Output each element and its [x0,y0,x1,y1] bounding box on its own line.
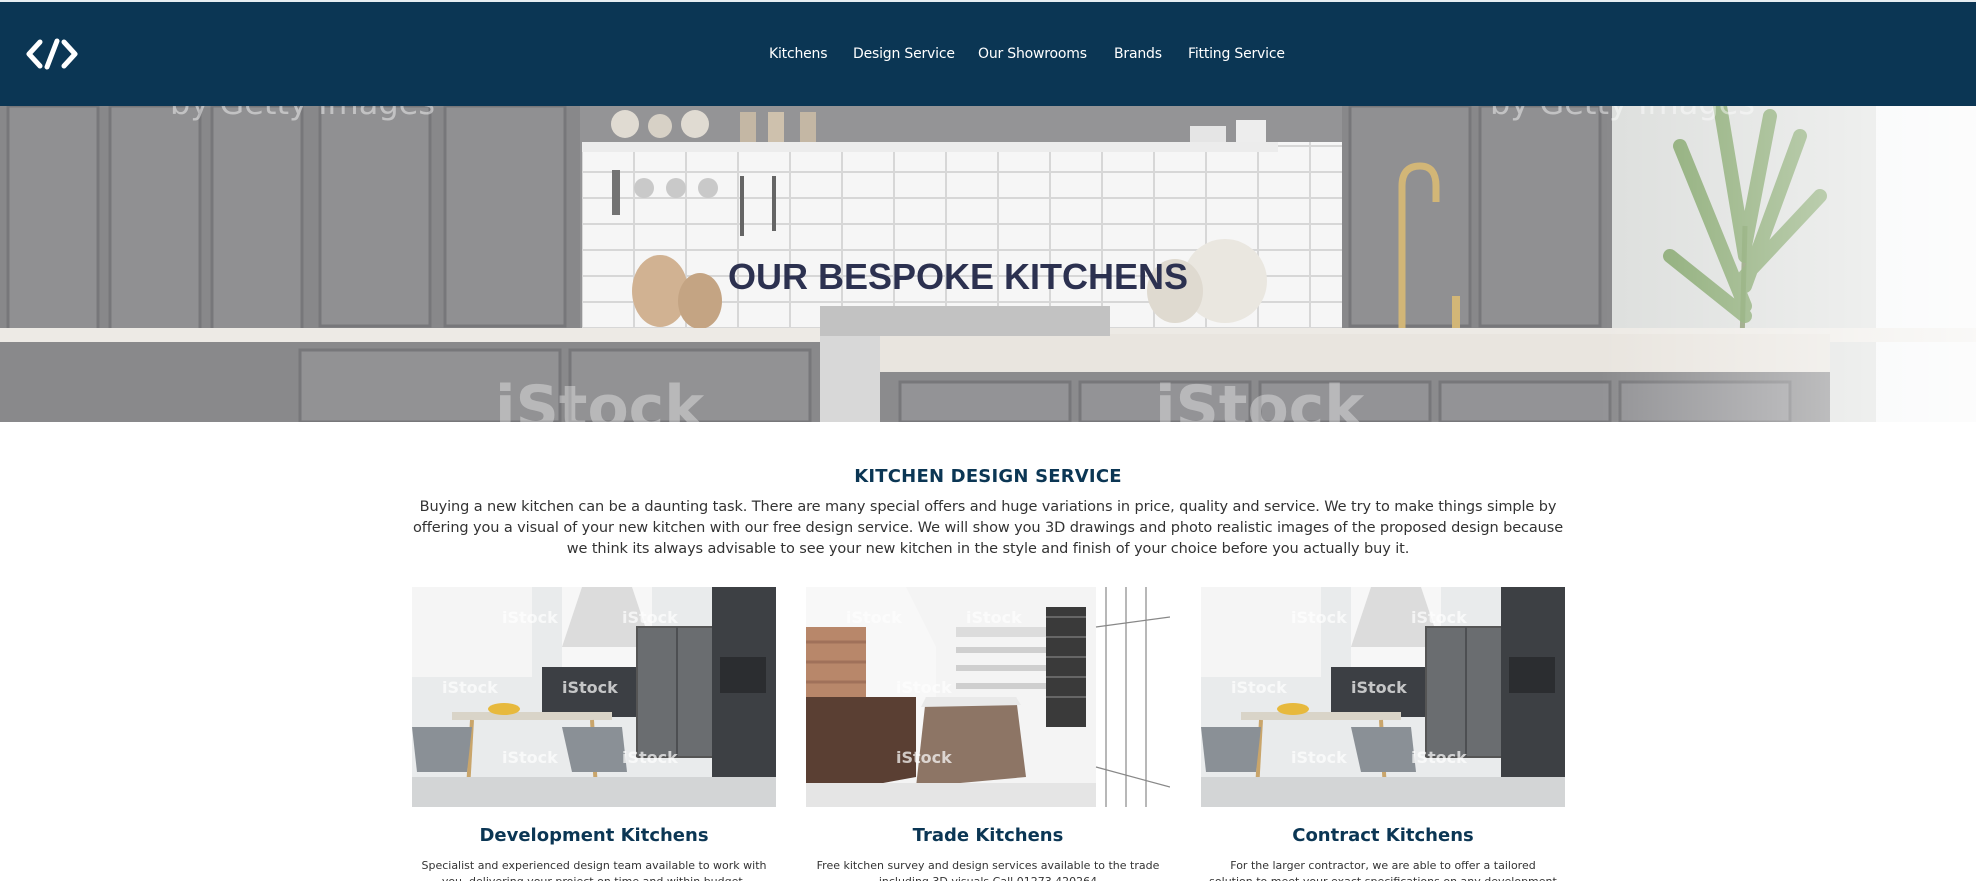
section-title: KITCHEN DESIGN SERVICE [854,466,1122,487]
card-watermark: iStock [502,608,558,627]
main-nav: Kitchens Design Service Our Showrooms Br… [0,46,1976,66]
card-text: Free kitchen survey and design services … [816,859,1160,881]
card-watermark: iStock [502,748,558,767]
nav-design-service[interactable]: Design Service [853,46,955,62]
card-watermark: iStock [622,608,678,627]
card-watermark: iStock [1411,748,1467,767]
card-contract-kitchens[interactable]: iStock iStock iStock iStock iStock iStoc… [1201,587,1565,881]
card-image-development[interactable]: iStock iStock iStock iStock iStock iStoc… [412,587,776,807]
card-watermark: iStock [562,678,618,697]
card-watermark: iStock [622,748,678,767]
site-header: Kitchens Design Service Our Showrooms Br… [0,0,1976,106]
hero-banner: by Getty Images by Getty Images iStock i… [0,106,1976,422]
card-watermark: iStock [442,678,498,697]
card-watermark: iStock [966,608,1022,627]
nav-kitchens[interactable]: Kitchens [769,46,828,62]
card-watermark: iStock [896,678,952,697]
nav-fitting-service[interactable]: Fitting Service [1188,46,1285,62]
hero-watermark-1: by Getty Images [170,106,435,122]
nav-our-showrooms[interactable]: Our Showrooms [978,46,1087,62]
card-watermark: iStock [1231,678,1287,697]
card-text: Specialist and experienced design team a… [421,859,767,881]
card-title[interactable]: Contract Kitchens [1201,825,1565,846]
card-image-trade[interactable]: iStock iStock iStock iStock [806,587,1170,807]
card-image-contract[interactable]: iStock iStock iStock iStock iStock iStoc… [1201,587,1565,807]
card-watermark: iStock [1291,608,1347,627]
card-watermark: iStock [896,748,952,767]
card-text: For the larger contractor, we are able t… [1209,859,1557,881]
intro-text: Buying a new kitchen can be a daunting t… [412,499,1564,557]
hero-title: OUR BESPOKE KITCHENS [727,256,1189,297]
card-title[interactable]: Trade Kitchens [806,825,1170,846]
card-title[interactable]: Development Kitchens [412,825,776,846]
card-watermark: iStock [1291,748,1347,767]
card-development-kitchens[interactable]: iStock iStock iStock iStock iStock iStoc… [412,587,776,881]
card-watermark: iStock [1351,678,1407,697]
card-watermark: iStock [1411,608,1467,627]
card-watermark: iStock [846,608,902,627]
nav-brands[interactable]: Brands [1114,46,1162,62]
hero-watermark-3: iStock [495,373,706,422]
card-trade-kitchens[interactable]: iStock iStock iStock iStock Trade Kitche… [806,587,1170,881]
hero-watermark-2: by Getty Images [1490,106,1755,122]
hero-watermark-4: iStock [1155,373,1366,422]
